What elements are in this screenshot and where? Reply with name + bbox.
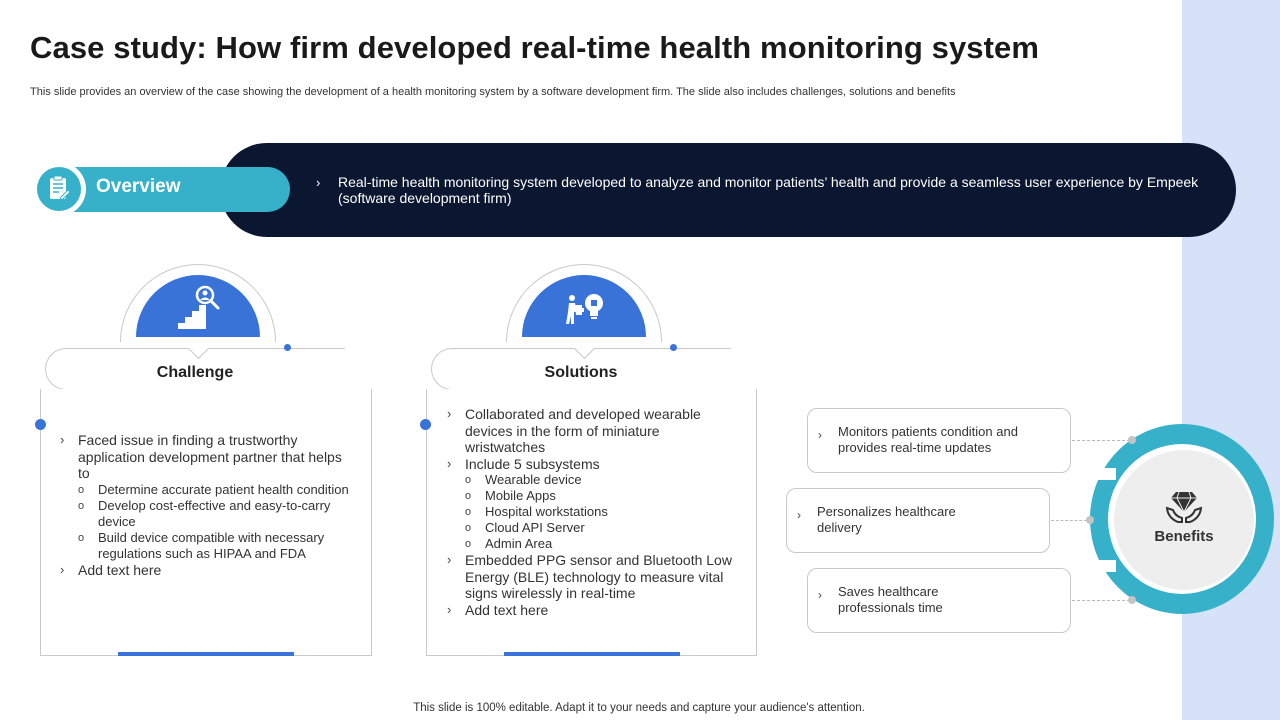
chevron-right-icon: › (60, 561, 65, 577)
chevron-right-icon: › (447, 406, 452, 421)
sub-list-item: o Wearable device (447, 472, 742, 488)
diamond-hands-icon (1164, 486, 1204, 526)
circle-bullet-icon: o (465, 490, 472, 502)
chevron-right-icon: › (818, 428, 822, 442)
sub-item-text: Hospital workstations (485, 504, 608, 519)
sub-item-text: Wearable device (485, 472, 582, 487)
footer-note: This slide is 100% editable. Adapt it to… (413, 702, 865, 714)
benefit-connector-dot (1086, 516, 1094, 524)
benefit-connector-dot (1128, 436, 1136, 444)
list-item-text: Add text here (465, 601, 549, 618)
circle-bullet-icon: o (78, 531, 85, 544)
circle-bullet-icon: o (465, 538, 472, 550)
list-item: › Embedded PPG sensor and Bluetooth Low … (447, 552, 742, 602)
solutions-title: Solutions (544, 364, 618, 381)
chevron-right-icon: › (447, 455, 452, 471)
circle-bullet-icon: o (465, 506, 472, 518)
solutions-card-dot (420, 419, 431, 430)
benefit-connector (1072, 440, 1130, 441)
benefit-item: › Saves healthcare professionals time (807, 568, 1071, 633)
list-item-text: Collaborated and developed wearable devi… (465, 406, 701, 455)
challenge-header-line (200, 348, 288, 349)
sub-list-item: o Admin Area (447, 536, 742, 552)
sub-item-text: Admin Area (485, 536, 553, 551)
benefit-item: › Monitors patients condition and provid… (807, 408, 1071, 473)
solutions-card-bar (504, 652, 680, 656)
solutions-header-line (586, 348, 674, 349)
list-item: › Include 5 subsystems (447, 456, 742, 473)
sub-item-text: Mobile Apps (485, 488, 556, 503)
benefit-connector (1051, 520, 1087, 521)
circle-bullet-icon: o (78, 499, 85, 512)
chevron-right-icon: › (447, 552, 452, 567)
benefit-text: Saves healthcare professionals time (838, 584, 943, 615)
circle-bullet-icon: o (78, 483, 85, 496)
chevron-right-icon: › (60, 432, 65, 447)
chevron-right-icon: › (447, 601, 452, 617)
overview-label: Overview (96, 176, 181, 197)
benefits-ring-gap (1086, 560, 1116, 572)
challenge-card-bar (118, 652, 294, 656)
list-item-text: Add text here (78, 561, 162, 578)
list-item-text: Embedded PPG sensor and Bluetooth Low En… (465, 552, 732, 601)
list-item-text: Include 5 subsystems (465, 455, 600, 472)
page-title: Case study: How firm developed real-time… (30, 30, 1040, 65)
list-item: › Add text here (60, 562, 350, 579)
list-item: › Add text here (447, 602, 742, 619)
list-item-text: Faced issue in finding a trustworthy app… (78, 432, 342, 481)
sub-item-text: Build device compatible with necessary r… (98, 529, 325, 561)
stairs-magnifier-icon (172, 283, 224, 333)
puzzle-lightbulb-icon (564, 292, 608, 328)
sub-list-item: o Mobile Apps (447, 488, 742, 504)
benefit-item: › Personalizes healthcare delivery (786, 488, 1050, 553)
benefit-text: Monitors patients condition and provides… (838, 424, 1018, 455)
benefits-title: Benefits (1154, 528, 1214, 545)
sub-list-item: o Cloud API Server (447, 520, 742, 536)
sub-list-item: o Develop cost-effective and easy-to-car… (60, 498, 350, 530)
list-item: › Collaborated and developed wearable de… (447, 406, 742, 456)
circle-bullet-icon: o (465, 474, 472, 486)
benefits-ring-gap (1086, 468, 1116, 480)
sub-list-item: o Build device compatible with necessary… (60, 530, 350, 562)
sub-list-item: o Hospital workstations (447, 504, 742, 520)
benefit-connector-dot (1128, 596, 1136, 604)
benefit-text: Personalizes healthcare delivery (817, 504, 956, 535)
solutions-dot (670, 344, 677, 351)
solutions-list: › Collaborated and developed wearable de… (447, 406, 742, 618)
challenge-list: › Faced issue in finding a trustworthy a… (60, 432, 350, 578)
overview-text: Real-time health monitoring system devel… (338, 174, 1199, 206)
challenge-title: Challenge (156, 364, 234, 381)
list-item: › Faced issue in finding a trustworthy a… (60, 432, 350, 482)
page-subtitle: This slide provides an overview of the c… (30, 86, 956, 98)
sub-item-text: Develop cost-effective and easy-to-carry… (98, 497, 331, 529)
sub-item-text: Determine accurate patient health condit… (98, 481, 349, 497)
overview-bullet-icon: › (316, 175, 321, 190)
circle-bullet-icon: o (465, 522, 472, 534)
sub-item-text: Cloud API Server (485, 520, 585, 535)
chevron-right-icon: › (797, 508, 801, 522)
clipboard-icon (37, 167, 81, 211)
chevron-right-icon: › (818, 588, 822, 602)
challenge-dot (284, 344, 291, 351)
benefit-connector (1072, 600, 1130, 601)
challenge-card-dot (35, 419, 46, 430)
sub-list-item: o Determine accurate patient health cond… (60, 482, 350, 498)
